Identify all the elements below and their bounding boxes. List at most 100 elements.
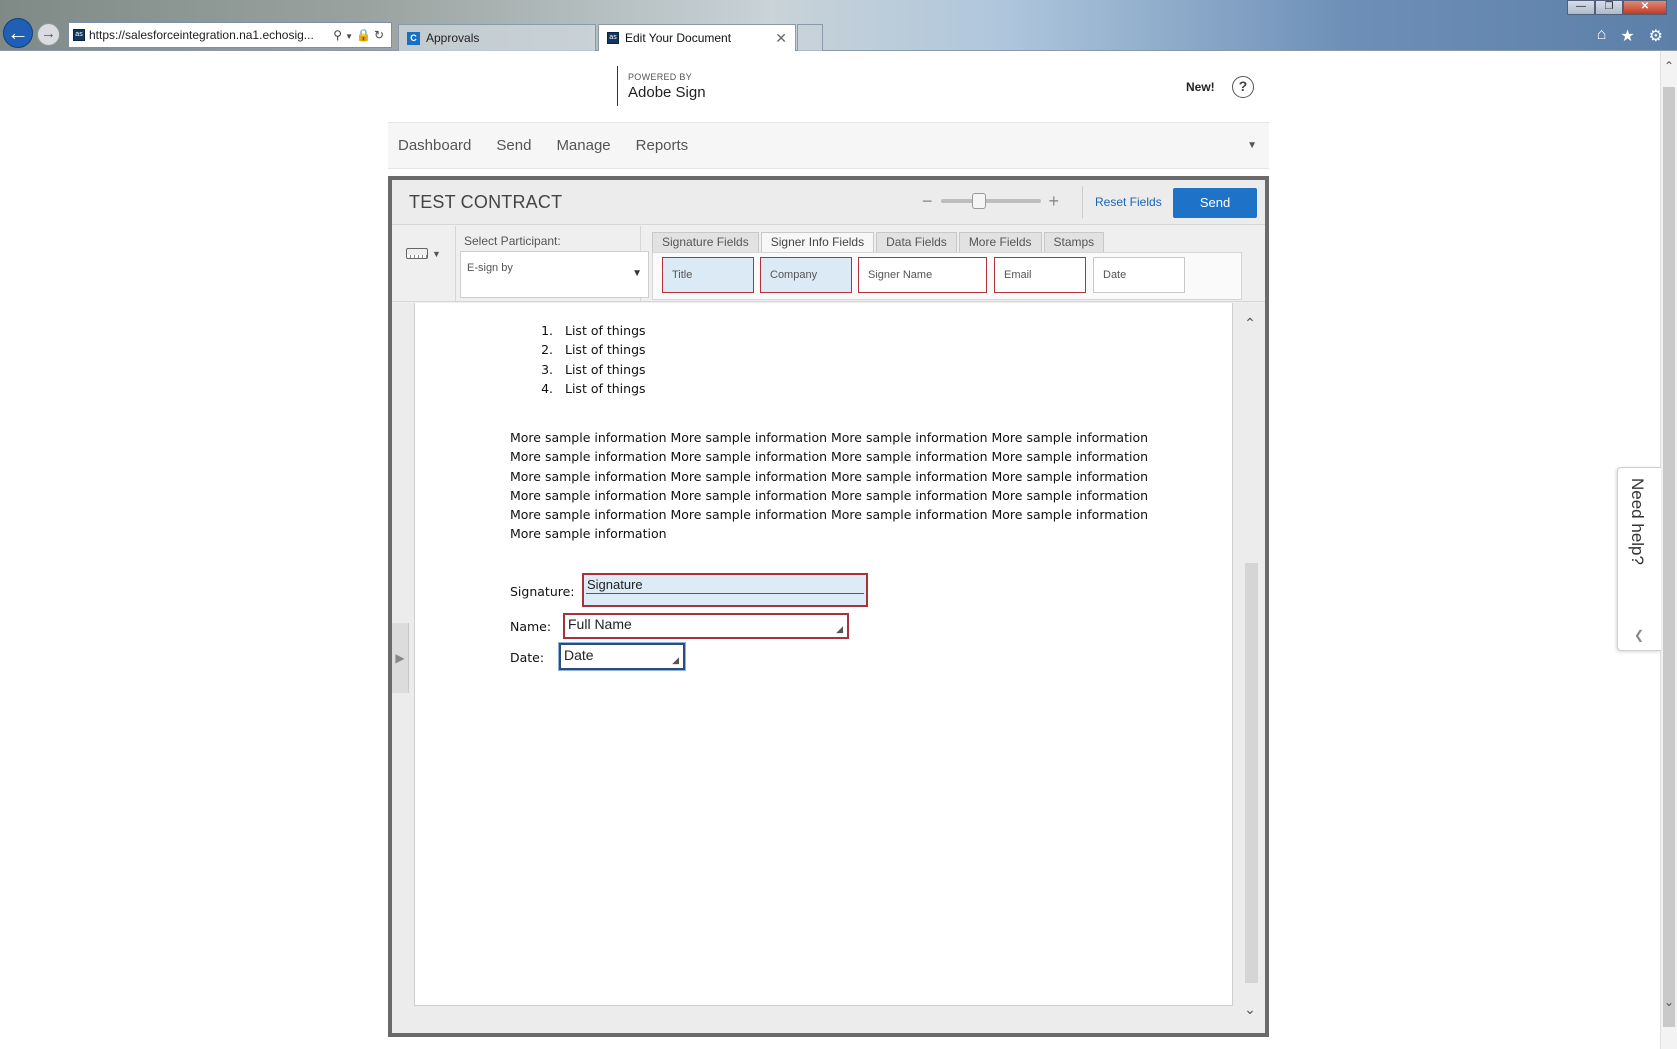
zoom-control: − +	[922, 192, 1060, 210]
lock-icon[interactable]: 🔒	[356, 28, 374, 42]
browser-toolbar-icons: ⌂ ★ ⚙	[1597, 26, 1663, 46]
palette-field-company[interactable]: Company	[760, 257, 852, 293]
dropdown-icon[interactable]: ▼	[345, 32, 356, 41]
settings-gear-icon[interactable]: ⚙	[1649, 26, 1663, 46]
palette-field-signer-name[interactable]: Signer Name	[858, 257, 987, 293]
nav-manage[interactable]: Manage	[556, 137, 610, 154]
minimize-icon[interactable]: —	[1567, 0, 1595, 15]
scrollbar-thumb[interactable]	[1245, 563, 1258, 983]
site-favicon-icon: as	[607, 32, 619, 44]
brand-name: Adobe Sign	[628, 84, 706, 101]
field-palette: Title Company Signer Name Email Date	[652, 252, 1242, 300]
tab-signer-info-fields[interactable]: Signer Info Fields	[760, 232, 875, 252]
participant-select[interactable]: E-sign by ▼	[460, 251, 649, 298]
refresh-icon[interactable]: ↻	[374, 28, 387, 42]
list-item: 4. List of things	[541, 380, 646, 396]
editor-title-bar: TEST CONTRACT − + Reset Fields Send	[392, 180, 1265, 225]
page-scrollbar[interactable]: ⌃ ⌄	[1660, 51, 1677, 1049]
zoom-in-icon[interactable]: +	[1049, 192, 1060, 210]
date-label: Date:	[510, 650, 545, 665]
close-window-icon[interactable]: ✕	[1623, 0, 1667, 15]
powered-by-label: POWERED BY	[628, 72, 693, 82]
list-item: 1. List of things	[541, 323, 646, 338]
list-item: 2. List of things	[541, 342, 646, 358]
paragraph-line: More sample information More sample info…	[510, 507, 1149, 523]
chevron-left-icon[interactable]: ❮	[1634, 628, 1644, 642]
scrollbar-thumb[interactable]	[1663, 87, 1675, 1027]
new-features-link[interactable]: New!	[1186, 80, 1215, 94]
document-editor: TEST CONTRACT − + Reset Fields Send ▼ Se…	[388, 176, 1269, 1037]
tab-label: Approvals	[426, 31, 480, 45]
paragraph-line: More sample information More sample info…	[510, 430, 1149, 445]
adobe-sign-logo: POWERED BY Adobe Sign	[617, 66, 706, 106]
address-bar[interactable]: as https://salesforceintegration.na1 .ech…	[68, 22, 392, 48]
need-help-tab[interactable]: Need help? ❮	[1617, 467, 1661, 651]
scroll-up-icon[interactable]: ⌃	[1661, 59, 1677, 73]
restore-icon[interactable]: ❐	[1595, 0, 1623, 15]
address-bar-icons: ⚲▼🔒↻	[333, 28, 387, 42]
scroll-down-icon[interactable]: ⌄	[1240, 1001, 1260, 1018]
palette-field-date[interactable]: Date	[1093, 257, 1185, 293]
document-scrollbar[interactable]: ⌃ ⌄	[1240, 303, 1260, 1033]
new-tab-button[interactable]	[797, 24, 823, 51]
document-title: TEST CONTRACT	[409, 192, 563, 212]
list-item: 3. List of things	[541, 361, 646, 377]
nav-send[interactable]: Send	[496, 137, 531, 154]
chevron-down-icon: ▼	[632, 268, 642, 279]
tab-more-fields[interactable]: More Fields	[958, 232, 1042, 252]
forward-arrow-icon[interactable]: →	[37, 23, 60, 46]
scroll-up-icon[interactable]: ⌃	[1240, 315, 1260, 332]
site-favicon-icon: as	[73, 29, 85, 41]
full-name-field[interactable]: Full Name ◢	[563, 613, 849, 639]
scroll-down-icon[interactable]: ⌄	[1661, 995, 1677, 1009]
ruler-icon	[406, 248, 428, 259]
nav-dashboard[interactable]: Dashboard	[398, 137, 471, 154]
address-domain: .echosig...	[259, 28, 314, 42]
name-label: Name:	[510, 619, 552, 634]
paragraph-line: More sample information More sample info…	[510, 449, 1149, 465]
send-button[interactable]: Send	[1173, 188, 1257, 218]
palette-field-title[interactable]: Title	[662, 257, 754, 293]
zoom-slider[interactable]	[940, 193, 1041, 209]
signature-label: Signature:	[510, 584, 575, 599]
close-tab-icon[interactable]: ✕	[775, 30, 787, 47]
tab-stamps[interactable]: Stamps	[1043, 232, 1105, 252]
need-help-label: Need help?	[1628, 478, 1647, 565]
zoom-out-icon[interactable]: −	[922, 192, 933, 210]
field-tabs: Signature Fields Signer Info Fields Data…	[652, 232, 1105, 252]
approvals-favicon-icon: C	[407, 31, 420, 45]
main-nav: Dashboard Send Manage Reports ▼	[388, 122, 1269, 169]
numbered-list: 1. List of things 2. List of things 3. List…	[530, 323, 646, 400]
address-prefix: https://salesforceintegration.na1	[89, 28, 260, 42]
chevron-down-icon: ▼	[432, 248, 441, 259]
resize-handle-icon[interactable]: ◢	[672, 655, 679, 666]
home-icon[interactable]: ⌂	[1597, 26, 1607, 46]
ruler-tool[interactable]: ▼	[406, 248, 441, 259]
signature-field[interactable]: Signature	[582, 573, 868, 607]
document-page: 1. List of things 2. List of things 3. List…	[414, 303, 1233, 1006]
search-icon[interactable]: ⚲	[333, 28, 345, 42]
tab-data-fields[interactable]: Data Fields	[876, 232, 957, 252]
palette-field-email[interactable]: Email	[994, 257, 1086, 293]
zoom-slider-handle[interactable]	[971, 193, 986, 209]
paragraph-line: More sample information More sample info…	[510, 468, 1149, 484]
paragraph-line: More sample information More sample info…	[510, 487, 1149, 503]
paragraph-line: More sample information	[510, 526, 667, 542]
reset-fields-link[interactable]: Reset Fields	[1082, 186, 1162, 218]
tab-edit-your-document[interactable]: as Edit Your Document ✕	[598, 24, 796, 51]
tab-label: Edit Your Document	[625, 31, 732, 45]
favorites-star-icon[interactable]: ★	[1620, 26, 1634, 46]
chevron-down-icon[interactable]: ▼	[1247, 140, 1257, 151]
date-field[interactable]: Date ◢	[559, 643, 685, 670]
resize-handle-icon[interactable]: ◢	[836, 624, 843, 635]
nav-reports[interactable]: Reports	[636, 137, 689, 154]
participant-selector: Select Participant: E-sign by ▼	[455, 226, 649, 302]
tab-signature-fields[interactable]: Signature Fields	[652, 232, 759, 252]
participant-label: Select Participant:	[464, 234, 561, 248]
expand-panel-handle[interactable]: ▶	[392, 623, 409, 693]
help-icon[interactable]: ?	[1232, 76, 1254, 98]
participant-value: E-sign by	[467, 262, 513, 274]
browser-chrome: ← → as https://salesforceintegration.na1…	[0, 0, 1677, 51]
tab-approvals[interactable]: C Approvals	[398, 24, 596, 51]
back-arrow-icon[interactable]: ←	[3, 18, 33, 48]
